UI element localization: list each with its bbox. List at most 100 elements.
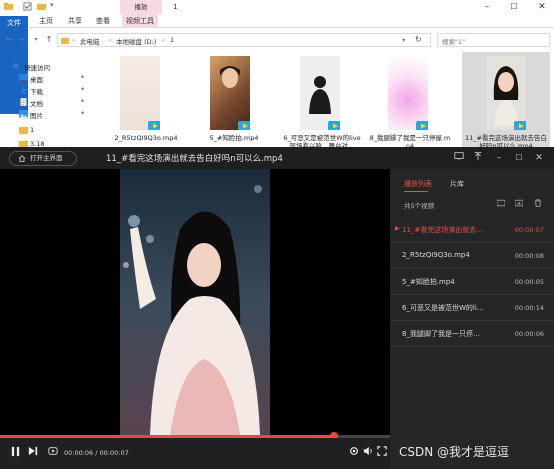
file-item[interactable]: 6_可恶又是被范世W的live 现场看兴哈…舞台对… [278, 52, 366, 150]
maximize-button[interactable]: ☐ [507, 1, 521, 13]
folder-icon [4, 2, 13, 11]
up-button[interactable]: ↑ [44, 34, 54, 46]
nav-item-documents[interactable]: 文档 ✦ [0, 96, 94, 108]
nav-item-downloads[interactable]: 下载 ✦ [0, 84, 94, 96]
player-title: 11_#看完这场演出就去告白好吗n可以么.mp4 [106, 154, 283, 164]
video-frame-image [120, 169, 270, 435]
navigation-pane: 快速访问 桌面 ✦ 下载 ✦ 文档 ✦ 图片 ✦ 1 3.18 [0, 52, 98, 152]
file-item[interactable]: 5_#知脸拍.mp4 [190, 52, 278, 150]
file-explorer-window: ▾ 播放 1 – ☐ ✕ 文件 主页 共享 查看 视频工具 ← → ▾ ↑ › … [0, 0, 554, 152]
forward-button[interactable]: → [17, 34, 27, 46]
folder-icon [19, 126, 28, 134]
ribbon: 文件 主页 共享 查看 视频工具 [0, 14, 554, 114]
playlist-item-active[interactable]: ▶ 11_#看完这场演出就去… 00:00:07 [390, 217, 554, 243]
breadcrumb-this-pc[interactable]: 此电脑 [80, 36, 100, 46]
document-icon [20, 98, 27, 106]
video-area[interactable] [0, 169, 390, 435]
minimize-button[interactable]: – [480, 1, 494, 13]
file-list: 2_R5tzQI9Q3o.mp4 5_#知脸拍.mp4 6_可恶又是被范世W的l… [100, 50, 554, 150]
refresh-icon[interactable]: ↻ [415, 35, 422, 44]
picture-icon [19, 110, 28, 118]
tab-play-tools[interactable]: 播放 [120, 0, 162, 14]
nav-item-quick-access[interactable]: 快速访问 [0, 60, 94, 72]
address-row: ← → ▾ ↑ › 此电脑 › 本地磁盘 (D:) › 1 ▾ ↻ 搜索"1" [0, 32, 554, 48]
maximize-button[interactable]: ☐ [512, 151, 526, 165]
playlist-panel: 播放列表 片库 共5个视频 ▶ 11_#看完这场演出就去… 00:00:07 2… [390, 169, 554, 469]
tab-playlist[interactable]: 播放列表 [404, 179, 432, 189]
video-player-icon [416, 121, 428, 130]
add-folder-icon[interactable] [496, 199, 506, 209]
minimize-button[interactable]: – [492, 151, 506, 165]
pin-icon: ✦ [80, 110, 86, 117]
file-item-selected[interactable]: 11_#看完这场演出就去告白好吗n可以么.mp4 [462, 52, 550, 150]
video-player-icon [238, 121, 250, 130]
pin-icon: ✦ [80, 86, 86, 93]
loop-icon[interactable] [46, 446, 60, 460]
nav-item-desktop[interactable]: 桌面 ✦ [0, 72, 94, 84]
file-item[interactable]: 2_R5tzQI9Q3o.mp4 [102, 52, 190, 150]
nav-item-pictures[interactable]: 图片 ✦ [0, 108, 94, 120]
file-item[interactable]: 8_我腿脚了我是一只停屋.mp4 [366, 52, 454, 150]
window-title: 1 [173, 3, 178, 11]
tab-video-tools[interactable]: 视频工具 [122, 14, 158, 28]
video-player-icon [328, 121, 340, 130]
address-bar[interactable]: › 此电脑 › 本地磁盘 (D:) › 1 ▾ ↻ [57, 33, 431, 47]
video-thumbnail [388, 56, 428, 130]
next-button[interactable] [26, 446, 40, 460]
quick-access-dropdown-icon[interactable]: ▾ [50, 1, 59, 10]
home-icon [18, 155, 26, 162]
active-tab-indicator [404, 191, 428, 192]
nav-item-folder-1[interactable]: 1 [0, 124, 94, 136]
current-time: 00:00:06 [64, 449, 94, 457]
breadcrumb-folder[interactable]: 1 [170, 36, 174, 44]
total-time: 00:00:07 [99, 449, 129, 457]
playlist-item[interactable]: 2_R5tzQI9Q3o.mp4 00:00:08 [390, 243, 554, 269]
trash-icon[interactable] [533, 199, 543, 209]
video-thumbnail [210, 56, 250, 130]
video-thumbnail [486, 56, 526, 130]
watermark: CSDN @我才是逗逗 [399, 445, 510, 459]
tab-home[interactable]: 主页 [35, 14, 57, 28]
video-thumbnail [120, 56, 160, 130]
playlist-item[interactable]: 5_#知脸拍.mp4 00:00:05 [390, 269, 554, 295]
pin-icon: ✦ [80, 98, 86, 105]
address-dropdown-icon[interactable]: ▾ [402, 36, 405, 44]
pause-button[interactable] [8, 446, 22, 460]
playlist-count: 共5个视频 [404, 202, 435, 210]
playlist-item[interactable]: 8_我腿脚了我是一只停… 00:00:06 [390, 321, 554, 347]
tab-view[interactable]: 查看 [92, 14, 114, 28]
player-header: 打开主界面 11_#看完这场演出就去告白好吗n可以么.mp4 – ☐ ✕ [0, 147, 554, 169]
video-player-icon [148, 121, 160, 130]
now-playing-icon: ▶ [395, 225, 400, 232]
new-folder-icon[interactable] [37, 2, 46, 11]
volume-icon[interactable] [361, 446, 375, 460]
folder-icon [61, 37, 69, 44]
close-button[interactable]: ✕ [532, 151, 546, 165]
video-player-icon [514, 121, 526, 130]
close-button[interactable]: ✕ [535, 1, 549, 13]
open-main-interface-button[interactable]: 打开主界面 [9, 151, 77, 166]
breadcrumb-local-disk[interactable]: 本地磁盘 (D:) [116, 36, 156, 46]
video-frame [120, 169, 270, 435]
pin-on-top-icon[interactable] [471, 151, 485, 165]
star-icon [11, 62, 20, 70]
checkbox-icon[interactable] [23, 2, 32, 11]
recent-dropdown-icon[interactable]: ▾ [31, 34, 41, 46]
tab-library[interactable]: 片库 [450, 179, 464, 189]
video-thumbnail [300, 56, 340, 130]
playback-controls: 00:00:06 / 00:00:07 [0, 438, 390, 469]
desktop-icon [19, 74, 28, 82]
back-button[interactable]: ← [4, 34, 14, 46]
portrait-figure [220, 66, 240, 88]
video-player-window: 打开主界面 11_#看完这场演出就去告白好吗n可以么.mp4 – ☐ ✕ 00:… [0, 147, 554, 469]
download-icon [19, 86, 28, 94]
search-input[interactable]: 搜索"1" [437, 33, 550, 47]
portrait-figure [493, 66, 519, 126]
fullscreen-icon[interactable] [375, 446, 389, 460]
playlist-item[interactable]: 6_可恶又是被范世W的li… 00:00:14 [390, 295, 554, 321]
settings-icon[interactable] [347, 446, 361, 460]
screen-cast-icon[interactable] [452, 151, 466, 165]
tab-share[interactable]: 共享 [64, 14, 86, 28]
add-file-icon[interactable] [514, 199, 524, 209]
portrait-figure [309, 76, 331, 114]
